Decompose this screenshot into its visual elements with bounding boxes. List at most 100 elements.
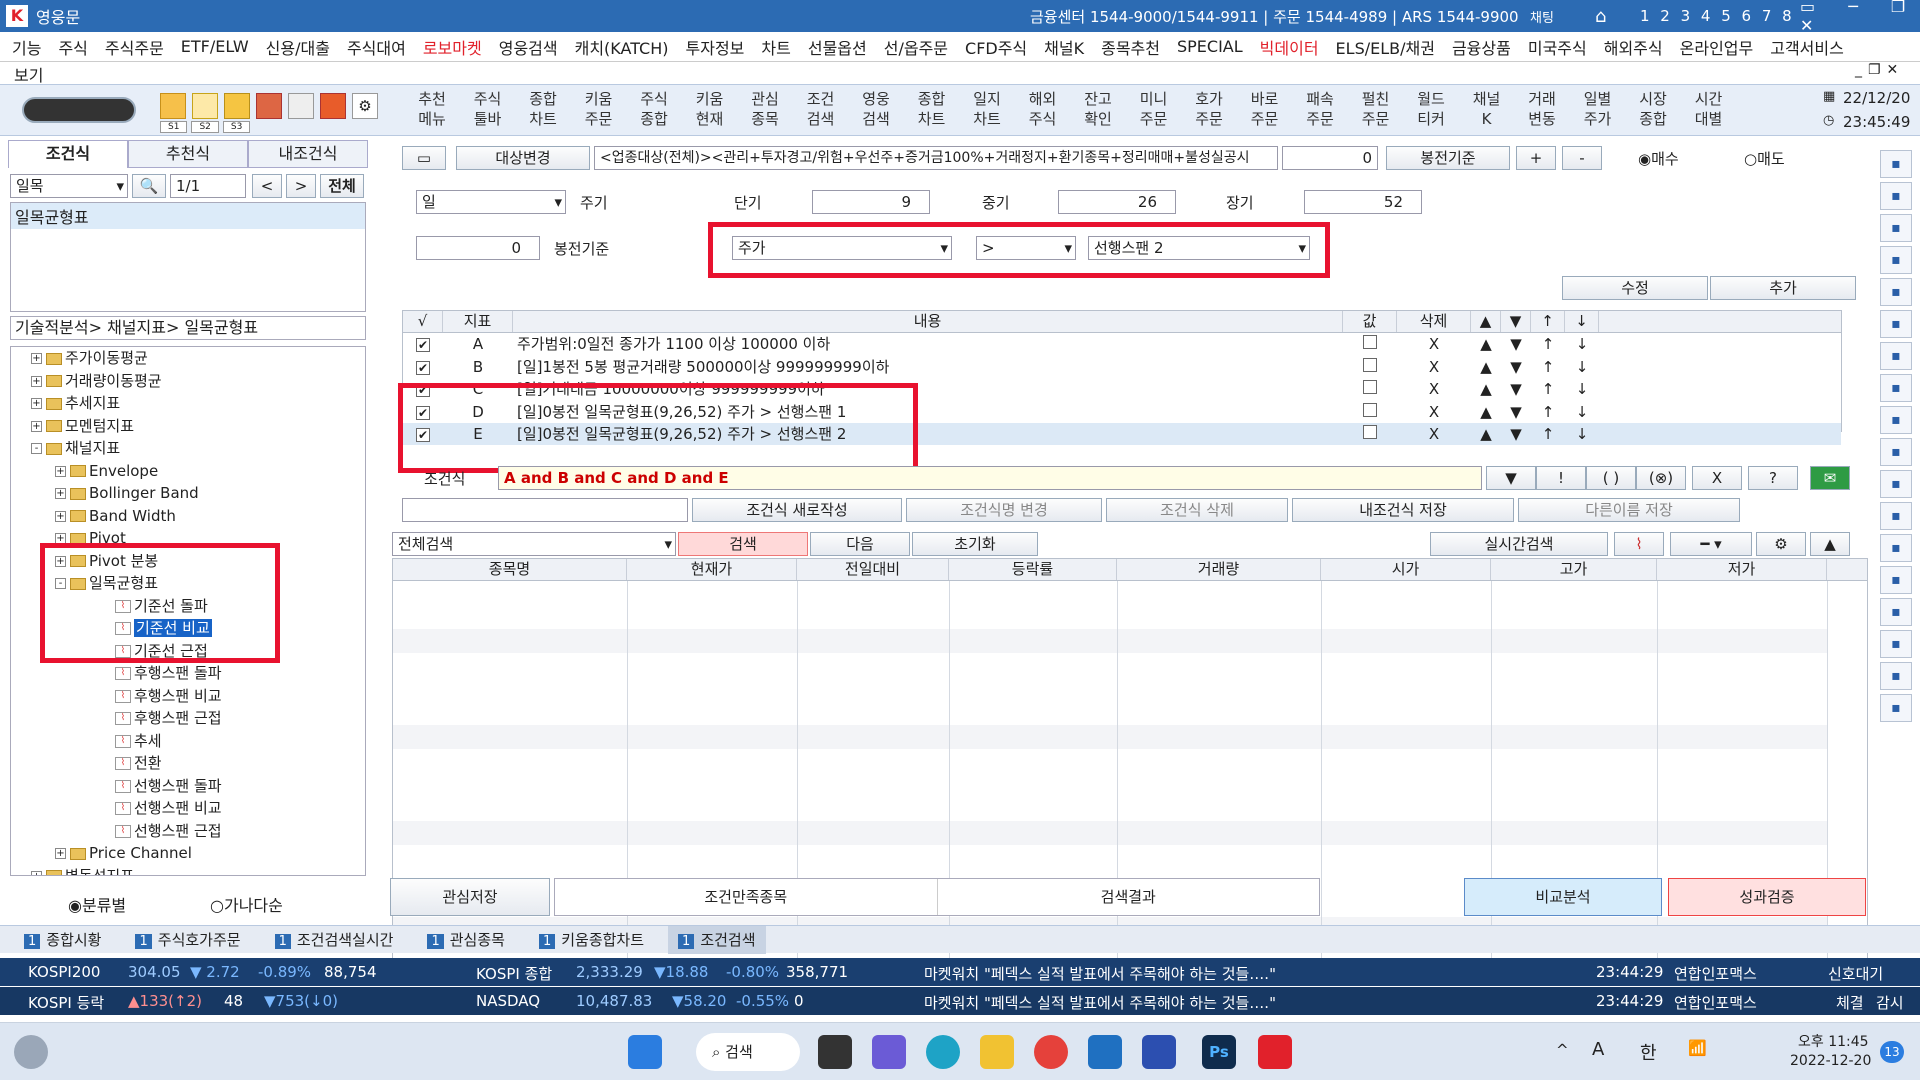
start-icon[interactable] <box>628 1035 662 1069</box>
move-up-button[interactable]: ▲ <box>1471 423 1501 445</box>
clock-text[interactable]: 오후 11:45 <box>1798 1031 1869 1051</box>
menu-item[interactable]: 캐치(KATCH) <box>575 35 669 59</box>
result-column-header[interactable]: 고가 <box>1491 559 1657 580</box>
list-icon[interactable]: ▪ <box>1880 694 1912 722</box>
performance-check-button[interactable]: 성과검증 <box>1668 878 1866 916</box>
move-up-button[interactable]: ▲ <box>1471 356 1501 378</box>
value-checkbox[interactable] <box>1343 378 1397 400</box>
tree-item[interactable]: + 추세지표 <box>31 392 120 414</box>
screen-numbers[interactable]: 1 2 3 4 5 6 7 8 <box>1640 7 1795 25</box>
gear-icon[interactable]: ▪ <box>1880 214 1912 242</box>
toolbar-button[interactable]: 바로 주문 <box>1239 89 1291 129</box>
monitor-icon[interactable] <box>320 93 346 119</box>
result-column-header[interactable]: 등락률 <box>949 559 1117 580</box>
move-top-button[interactable]: ↑ <box>1531 356 1565 378</box>
toolbar-button[interactable]: 추천 메뉴 <box>406 89 458 129</box>
result-column-header[interactable]: 저가 <box>1657 559 1827 580</box>
toolbar-button[interactable]: 종합 차트 <box>906 89 958 129</box>
radio-alphabetical[interactable]: ○가나다순 <box>210 892 283 916</box>
chart-icon[interactable]: ⌇ <box>1614 532 1664 556</box>
toolbar-button[interactable]: 잔고 확인 <box>1072 89 1124 129</box>
text-icon[interactable]: ▪ <box>1880 534 1912 562</box>
toolbar-button[interactable]: 주식 툴바 <box>462 89 514 129</box>
tree-item[interactable]: + Bollinger Band <box>55 482 199 504</box>
expand-icon[interactable]: + <box>55 848 66 859</box>
trend-icon[interactable]: ▪ <box>1880 342 1912 370</box>
bong-input[interactable]: 0 <box>416 236 540 260</box>
expand-icon[interactable]: + <box>55 465 66 477</box>
toolbar-button[interactable]: 조건 검색 <box>795 89 847 129</box>
page-field[interactable]: 1/1 <box>170 174 246 198</box>
pen-icon[interactable] <box>192 93 218 119</box>
tree-item[interactable]: ⌇ 선행스팬 근접 <box>115 820 222 842</box>
row-checkbox[interactable]: ✔ <box>403 333 443 355</box>
condition-action-button[interactable]: 조건식 삭제 <box>1106 498 1288 522</box>
notification-badge[interactable]: 13 <box>1880 1041 1904 1063</box>
transfer-icon[interactable]: ▪ <box>1880 182 1912 210</box>
result-column-header[interactable]: 현재가 <box>627 559 797 580</box>
tree-item[interactable]: ⌇ 선행스팬 돌파 <box>115 775 222 797</box>
save-interest-button[interactable]: 관심저장 <box>390 878 550 916</box>
window-tab[interactable]: 1 키움종합차트 <box>529 926 654 954</box>
next-page-button[interactable]: > <box>286 174 316 198</box>
chrome-icon[interactable] <box>1034 1035 1068 1069</box>
delete-button[interactable]: X <box>1397 356 1471 378</box>
plus-button[interactable]: + <box>1516 146 1556 170</box>
bong-basis-button[interactable]: 봉전기준 <box>1386 146 1510 170</box>
value-checkbox[interactable] <box>1343 333 1397 355</box>
collapse-icon[interactable]: ▲ <box>1810 532 1850 556</box>
move-bottom-button[interactable]: ↓ <box>1565 333 1599 355</box>
toolbar-button[interactable]: 일지 차트 <box>961 89 1013 129</box>
gear-icon[interactable]: ⚙ <box>352 93 378 119</box>
lock-icon[interactable] <box>224 93 250 119</box>
tree-item[interactable]: ⌇ 후행스팬 비교 <box>115 685 222 707</box>
zoom-icon[interactable]: ▪ <box>1880 566 1912 594</box>
slot-tabs[interactable]: S1 S2 S3 <box>160 121 251 133</box>
camera-icon[interactable] <box>256 93 282 119</box>
radio-by-category[interactable]: ◉분류별 <box>68 892 126 916</box>
store-icon[interactable] <box>1142 1035 1176 1069</box>
toolbar-button[interactable]: 패속 주문 <box>1294 89 1346 129</box>
tree-item[interactable]: + 모멘텀지표 <box>31 415 134 437</box>
reset-button[interactable]: 초기화 <box>912 532 1038 556</box>
toolbar-button[interactable]: 일별 주가 <box>1572 89 1624 129</box>
formula-input[interactable]: A and B and C and D and E <box>498 466 1482 490</box>
move-down-button[interactable]: ▼ <box>1501 333 1531 355</box>
value-checkbox[interactable] <box>1343 401 1397 423</box>
toolbar-button[interactable]: 미니 주문 <box>1128 89 1180 129</box>
minus-button[interactable]: - <box>1562 146 1602 170</box>
scope-select[interactable]: 전체검색 ▾ <box>392 532 676 556</box>
wave-icon[interactable]: ▪ <box>1880 438 1912 466</box>
menu-item[interactable]: 고객서비스 <box>1770 35 1844 59</box>
candle-icon[interactable]: ▪ <box>1880 470 1912 498</box>
chat-label[interactable]: 채팅 <box>1530 7 1554 26</box>
toolbar-button[interactable]: 시장 종합 <box>1627 89 1679 129</box>
menu-item[interactable]: 로보마켓 <box>423 35 482 59</box>
delete-button[interactable]: X <box>1397 333 1471 355</box>
t-icon[interactable]: ▪ <box>1880 662 1912 690</box>
move-up-button[interactable]: ▲ <box>1471 401 1501 423</box>
formula-tool-button[interactable]: X <box>1692 466 1742 490</box>
condition-row[interactable]: ✔ B [일]1봉전 5봉 평균거래량 500000이상 999999999이하 X ▲… <box>403 356 1841 378</box>
window-controls[interactable]: ▭ ─ ❐ ✕ <box>1800 0 1920 35</box>
result-column-header[interactable]: 종목명 <box>393 559 627 580</box>
ime-a[interactable]: A <box>1592 1039 1604 1060</box>
toolbar-button[interactable]: 시간 대별 <box>1683 89 1735 129</box>
condition-action-button[interactable]: 조건식명 변경 <box>906 498 1102 522</box>
window-tab[interactable]: 1 조건검색실시간 <box>265 926 404 954</box>
tree-item[interactable]: ⌇ 후행스팬 근접 <box>115 707 222 729</box>
chat-app-icon[interactable] <box>872 1035 906 1069</box>
move-bottom-button[interactable]: ↓ <box>1565 401 1599 423</box>
move-top-button[interactable]: ↑ <box>1531 423 1565 445</box>
toolbar-button[interactable]: 종합 차트 <box>517 89 569 129</box>
menu-item[interactable]: 영웅검색 <box>499 35 558 59</box>
menu-item[interactable]: 선/옵주문 <box>884 35 948 59</box>
all-icon[interactable]: ▪ <box>1880 630 1912 658</box>
menu-item[interactable]: 투자정보 <box>686 35 745 59</box>
tree-item[interactable]: ⌇ 후행스팬 돌파 <box>115 662 222 684</box>
move-up-button[interactable]: ▲ <box>1471 378 1501 400</box>
condition-action-button[interactable]: 조건식 새로작성 <box>692 498 902 522</box>
collapse-icon[interactable]: - <box>31 443 42 454</box>
tree-item[interactable]: + Price Channel <box>55 842 192 864</box>
tree-item[interactable]: ⌇ 전환 <box>115 752 162 774</box>
